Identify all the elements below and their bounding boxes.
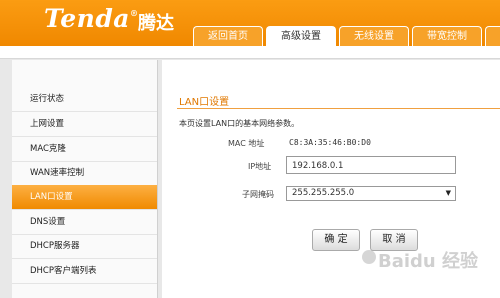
tab-home[interactable]: 返回首页 [193, 26, 263, 46]
sub-header-strip [0, 46, 500, 59]
sidebar-item-mac-clone[interactable]: MAC克隆 [12, 137, 157, 162]
mac-address-label: MAC 地址 [228, 139, 265, 148]
sidebar-item-internet[interactable]: 上网设置 [12, 112, 157, 137]
brand-name-cn: 腾达 [138, 13, 174, 34]
sidebar: 运行状态 上网设置 MAC克隆 WAN速率控制 LAN口设置 DNS设置 DHC… [12, 60, 158, 298]
title-divider [177, 108, 500, 109]
ip-address-input[interactable]: 192.168.0.1 [286, 156, 456, 174]
sidebar-item-dhcp-server[interactable]: DHCP服务器 [12, 234, 157, 259]
subnet-mask-select[interactable]: 255.255.255.0 ▼ [286, 186, 456, 201]
tab-bandwidth-control[interactable]: 带宽控制 [412, 26, 482, 46]
sidebar-item-dns[interactable]: DNS设置 [12, 210, 157, 235]
page-title: LAN口设置 [179, 97, 230, 108]
mac-address-value: C8:3A:35:46:B0:D0 [289, 138, 371, 147]
subnet-mask-label: 子网掩码 [242, 190, 274, 199]
tenda-logo: Tenda® [44, 4, 139, 33]
ip-address-label: IP地址 [248, 162, 272, 171]
sidebar-item-lan[interactable]: LAN口设置 [12, 185, 157, 210]
tab-more[interactable] [485, 26, 500, 46]
logo-text: Tenda [44, 4, 130, 33]
sidebar-item-status[interactable]: 运行状态 [12, 87, 157, 112]
tab-advanced-settings[interactable]: 高级设置 [266, 26, 336, 46]
tab-wireless-settings[interactable]: 无线设置 [339, 26, 409, 46]
baidu-paw-icon [362, 250, 376, 264]
subnet-mask-value: 255.255.255.0 [292, 188, 355, 198]
ok-button[interactable]: 确 定 [312, 229, 360, 251]
sidebar-item-wan-rate[interactable]: WAN速率控制 [12, 161, 157, 186]
page-description: 本页设置LAN口的基本网络参数。 [179, 119, 300, 128]
watermark: Baidu 经验 [378, 251, 479, 272]
sidebar-item-dhcp-clients[interactable]: DHCP客户端列表 [12, 259, 157, 284]
chevron-down-icon: ▼ [445, 189, 451, 197]
